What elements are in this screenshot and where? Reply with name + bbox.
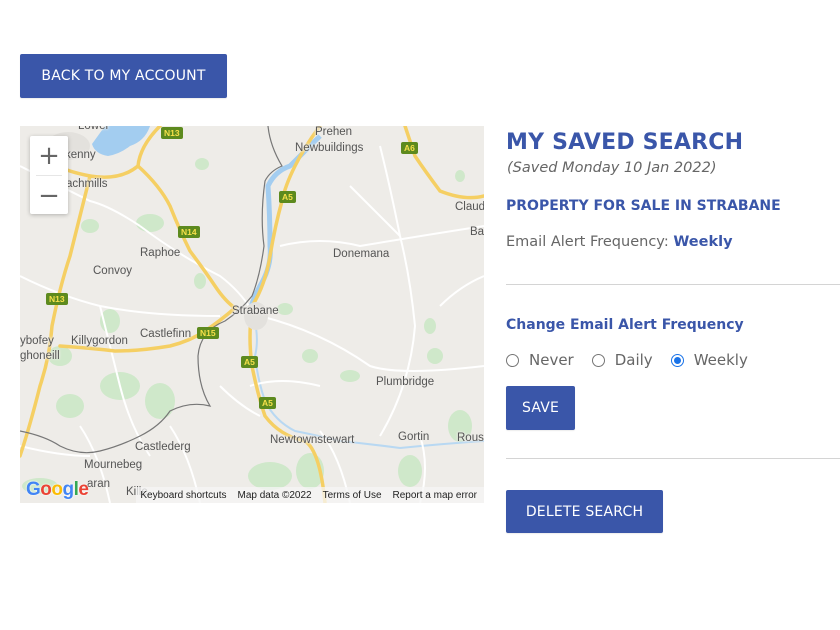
saved-date: (Saved Monday 10 Jan 2022) (507, 160, 717, 176)
current-frequency: Email Alert Frequency: Weekly (506, 234, 733, 250)
save-button[interactable]: SAVE (506, 386, 575, 430)
keyboard-shortcuts-link[interactable]: Keyboard shortcuts (140, 490, 226, 501)
radio-option-weekly[interactable]: Weekly (670, 351, 748, 369)
delete-search-button[interactable]: DELETE SEARCH (506, 490, 663, 533)
map-place-lower: Lower (78, 126, 110, 132)
map-data-attribution: Map data ©2022 (237, 489, 312, 501)
map-place-achmills: achmills (66, 178, 108, 190)
logo-letter: o (51, 479, 63, 500)
search-name: PROPERTY FOR SALE IN STRABANE (506, 198, 781, 214)
map-place-ba: Ba (470, 226, 484, 238)
map[interactable]: Lower kenny achmills Prehen Newbuildings… (20, 126, 484, 503)
google-logo: Google (26, 479, 89, 501)
radio-weekly[interactable] (670, 353, 684, 367)
map-place-gortin: Gortin (398, 431, 430, 443)
divider (506, 284, 840, 285)
map-place-ghoneill: ghoneill (20, 350, 60, 362)
zoom-out-button[interactable]: − (30, 176, 68, 215)
radio-option-never[interactable]: Never (506, 351, 574, 369)
radio-daily[interactable] (591, 353, 605, 367)
road-shield-n13: N13 (161, 127, 183, 139)
road-shield-a5: A5 (241, 356, 258, 368)
logo-letter: g (62, 479, 75, 500)
map-place-strabane: Strabane (232, 305, 279, 317)
frequency-radio-group: Never Daily Weekly (506, 351, 766, 369)
radio-label-daily: Daily (614, 351, 653, 369)
back-to-account-button[interactable]: BACK TO MY ACCOUNT (20, 54, 227, 98)
map-footer: Google Keyboard shortcuts Map data ©2022… (20, 479, 484, 503)
map-place-newbuildings: Newbuildings (295, 142, 364, 154)
map-place-donemana: Donemana (333, 248, 390, 260)
map-zoom-control: + − (30, 136, 68, 214)
road-shield-a5: A5 (259, 397, 276, 409)
road-shield-n13: N13 (46, 293, 68, 305)
map-place-mournebeg: Mournebeg (84, 459, 143, 471)
frequency-value: Weekly (673, 234, 733, 250)
map-place-claud: Claud (455, 201, 484, 213)
logo-letter: e (78, 479, 89, 500)
road-shield-n15: N15 (197, 327, 219, 339)
logo-letter: G (26, 479, 41, 500)
divider (506, 458, 840, 459)
river-foyle (247, 134, 322, 312)
map-place-raphoe: Raphoe (140, 247, 181, 259)
page-title: MY SAVED SEARCH (506, 130, 744, 155)
report-map-error-link[interactable]: Report a map error (393, 490, 477, 501)
map-place-prehen: Prehen (315, 126, 353, 138)
map-place-plumbridge: Plumbridge (376, 376, 435, 388)
radio-never[interactable] (506, 353, 519, 367)
change-frequency-heading: Change Email Alert Frequency (506, 317, 744, 333)
map-place-ybofey: ybofey (20, 335, 54, 347)
map-place-convoy: Convoy (93, 265, 132, 277)
road-shield-a5: A5 (279, 191, 296, 203)
frequency-label: Email Alert Frequency: (506, 234, 669, 250)
terms-of-use-link[interactable]: Terms of Use (323, 490, 382, 501)
radio-label-weekly: Weekly (693, 351, 748, 369)
map-footer-links: Keyboard shortcuts Map data ©2022 Terms … (136, 487, 484, 503)
radio-label-never: Never (529, 351, 574, 369)
road-shield-n14: N14 (178, 226, 200, 238)
map-place-kenny: kenny (65, 149, 96, 161)
map-place-castlefinn: Castlefinn (140, 328, 192, 340)
map-place-castlederg: Castlederg (135, 441, 191, 453)
logo-letter: o (40, 479, 52, 500)
map-place-killygordon: Killygordon (71, 335, 128, 347)
map-place-newtownstewart: Newtownstewart (270, 434, 355, 446)
radio-option-daily[interactable]: Daily (591, 351, 653, 369)
road-shield-a6: A6 (401, 142, 418, 154)
map-place-rous: Rous (457, 432, 484, 444)
zoom-in-button[interactable]: + (30, 136, 68, 175)
